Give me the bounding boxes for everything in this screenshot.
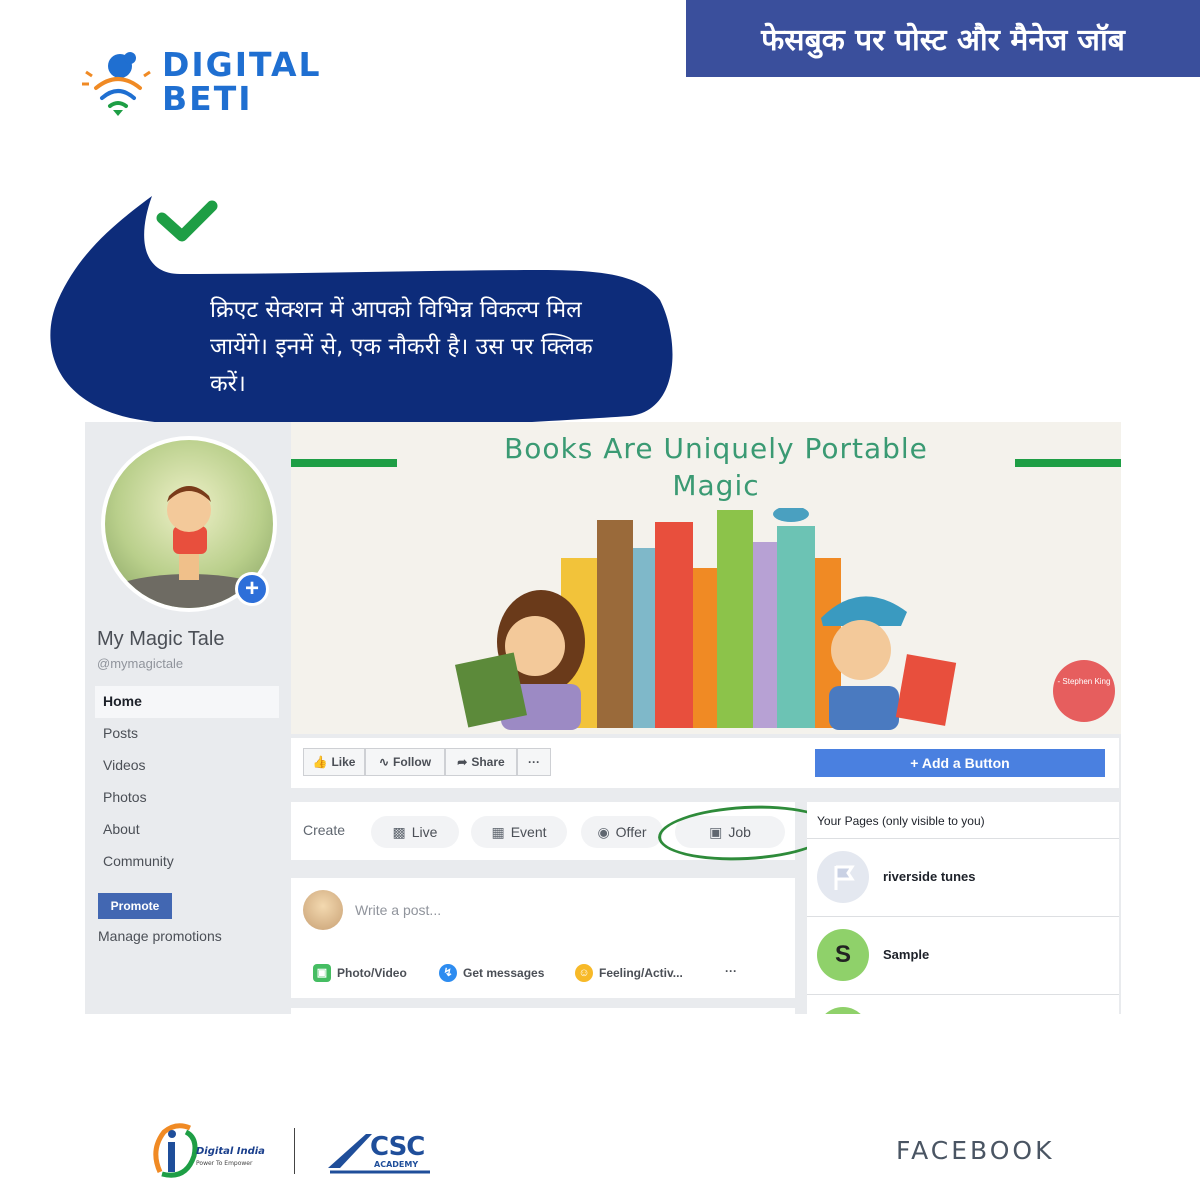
your-pages-panel: Your Pages (only visible to you) riversi…: [807, 802, 1119, 1014]
cover-green-bar-left: [291, 459, 397, 467]
composer: Write a post... ▣ Photo/Video ↯ Get messag…: [291, 878, 795, 998]
flag-icon: [817, 851, 869, 903]
instruction-text: क्रिएट सेक्शन में आपको विभिन्न विकल्प मि…: [210, 297, 593, 397]
page-action-bar: 👍 Like ∿ Follow ➦ Share ··· + Add a Button: [291, 738, 1119, 788]
slide: DIGITAL BETI फेसबुक पर पोस्ट और मैनेज जॉ…: [0, 0, 1200, 1200]
photo-icon: ▣: [313, 964, 331, 982]
percent-icon: ◉: [597, 823, 610, 840]
share-arrow-icon: ➦: [457, 755, 468, 769]
share-label: Share: [471, 755, 505, 769]
messenger-icon: ↯: [439, 964, 457, 982]
books-illustration-icon: [455, 508, 957, 730]
cover-photo: Books Are Uniquely Portable Magic - Step…: [291, 422, 1121, 734]
follow-button[interactable]: ∿ Follow: [365, 748, 445, 776]
nav-community[interactable]: Community: [95, 846, 279, 878]
page-name: My Magic Tale: [97, 628, 225, 650]
like-label: Like: [331, 755, 356, 769]
video-camera-icon: ▩: [392, 823, 406, 840]
logo-line-1: DIGITAL: [162, 45, 322, 84]
quote-author-badge: - Stephen King: [1053, 660, 1115, 722]
nav-about[interactable]: About: [95, 814, 279, 846]
photo-video-button[interactable]: ▣ Photo/Video: [313, 964, 407, 982]
flag-glyph: [834, 865, 855, 890]
csc-academy-text: ACADEMY: [374, 1160, 419, 1169]
facebook-screenshot: + My Magic Tale @mymagictale Home Posts …: [85, 422, 1121, 1014]
page-initial-avatar: S: [817, 929, 869, 981]
logo-line-2: BETI: [162, 79, 253, 118]
rss-icon: ∿: [378, 755, 390, 769]
your-page-row-partial: [807, 994, 1119, 1014]
digital-beti-logo: DIGITAL BETI: [80, 46, 320, 126]
offer-label: Offer: [615, 824, 647, 840]
your-page-row[interactable]: S Sample: [807, 916, 1119, 994]
nav-photos[interactable]: Photos: [95, 782, 279, 814]
title-banner: फेसबुक पर पोस्ट और मैनेज जॉब: [686, 0, 1200, 77]
nav-videos[interactable]: Videos: [95, 750, 279, 782]
event-label: Event: [510, 824, 547, 840]
page-handle: @mymagictale: [97, 656, 184, 671]
facebook-label: FACEBOOK: [896, 1136, 1055, 1165]
thumbs-up-icon: 👍: [312, 755, 328, 769]
share-button[interactable]: ➦ Share: [445, 748, 517, 776]
logo-text: DIGITAL BETI: [162, 48, 322, 116]
digital-india-tagline: Power To Empower: [196, 1160, 253, 1167]
wifi-girl-icon: [82, 52, 151, 116]
get-messages-label: Get messages: [463, 966, 545, 980]
write-post-input[interactable]: Write a post...: [355, 902, 441, 918]
more-button[interactable]: ···: [517, 748, 551, 776]
your-pages-heading: Your Pages (only visible to you): [817, 814, 985, 828]
live-label: Live: [411, 824, 438, 840]
composer-more-button[interactable]: ···: [725, 964, 737, 978]
page-sidebar: + My Magic Tale @mymagictale Home Posts …: [85, 422, 285, 1014]
like-button[interactable]: 👍 Like: [303, 748, 365, 776]
promote-button[interactable]: Promote: [98, 893, 172, 919]
composer-avatar: [303, 890, 343, 930]
manage-promotions-link[interactable]: Manage promotions: [98, 928, 222, 944]
checkmark-icon: [156, 200, 218, 242]
calendar-icon: ▦: [491, 823, 505, 840]
photo-video-label: Photo/Video: [337, 966, 407, 980]
feed-next-card: [291, 1008, 795, 1014]
page-avatar-partial: [817, 1007, 869, 1014]
feeling-activity-button[interactable]: ☺ Feeling/Activ...: [575, 964, 683, 982]
smiley-icon: ☺: [575, 964, 593, 982]
your-page-row[interactable]: riverside tunes: [807, 838, 1119, 916]
cover-title: Books Are Uniquely Portable Magic: [504, 432, 928, 502]
digital-india-text: Digital India: [196, 1146, 265, 1157]
add-photo-icon[interactable]: +: [235, 572, 269, 606]
footer-divider: [294, 1128, 295, 1174]
create-label: Create: [303, 822, 346, 838]
add-a-button[interactable]: + Add a Button: [815, 749, 1105, 777]
page-name-riverside[interactable]: riverside tunes: [883, 869, 976, 884]
create-event-button[interactable]: ▦ Event: [471, 816, 567, 848]
create-live-button[interactable]: ▩ Live: [371, 816, 459, 848]
nav-home[interactable]: Home: [95, 686, 279, 718]
follow-label: Follow: [393, 755, 432, 769]
csc-text: CSC: [370, 1132, 425, 1162]
page-name-sample[interactable]: Sample: [883, 947, 929, 962]
cover-green-bar-right: [1015, 459, 1121, 467]
page-nav: Home Posts Videos Photos About Community: [95, 686, 279, 878]
get-messages-button[interactable]: ↯ Get messages: [439, 964, 544, 982]
create-offer-button[interactable]: ◉ Offer: [581, 816, 663, 848]
nav-posts[interactable]: Posts: [95, 718, 279, 750]
feeling-label: Feeling/Activ...: [599, 966, 683, 980]
